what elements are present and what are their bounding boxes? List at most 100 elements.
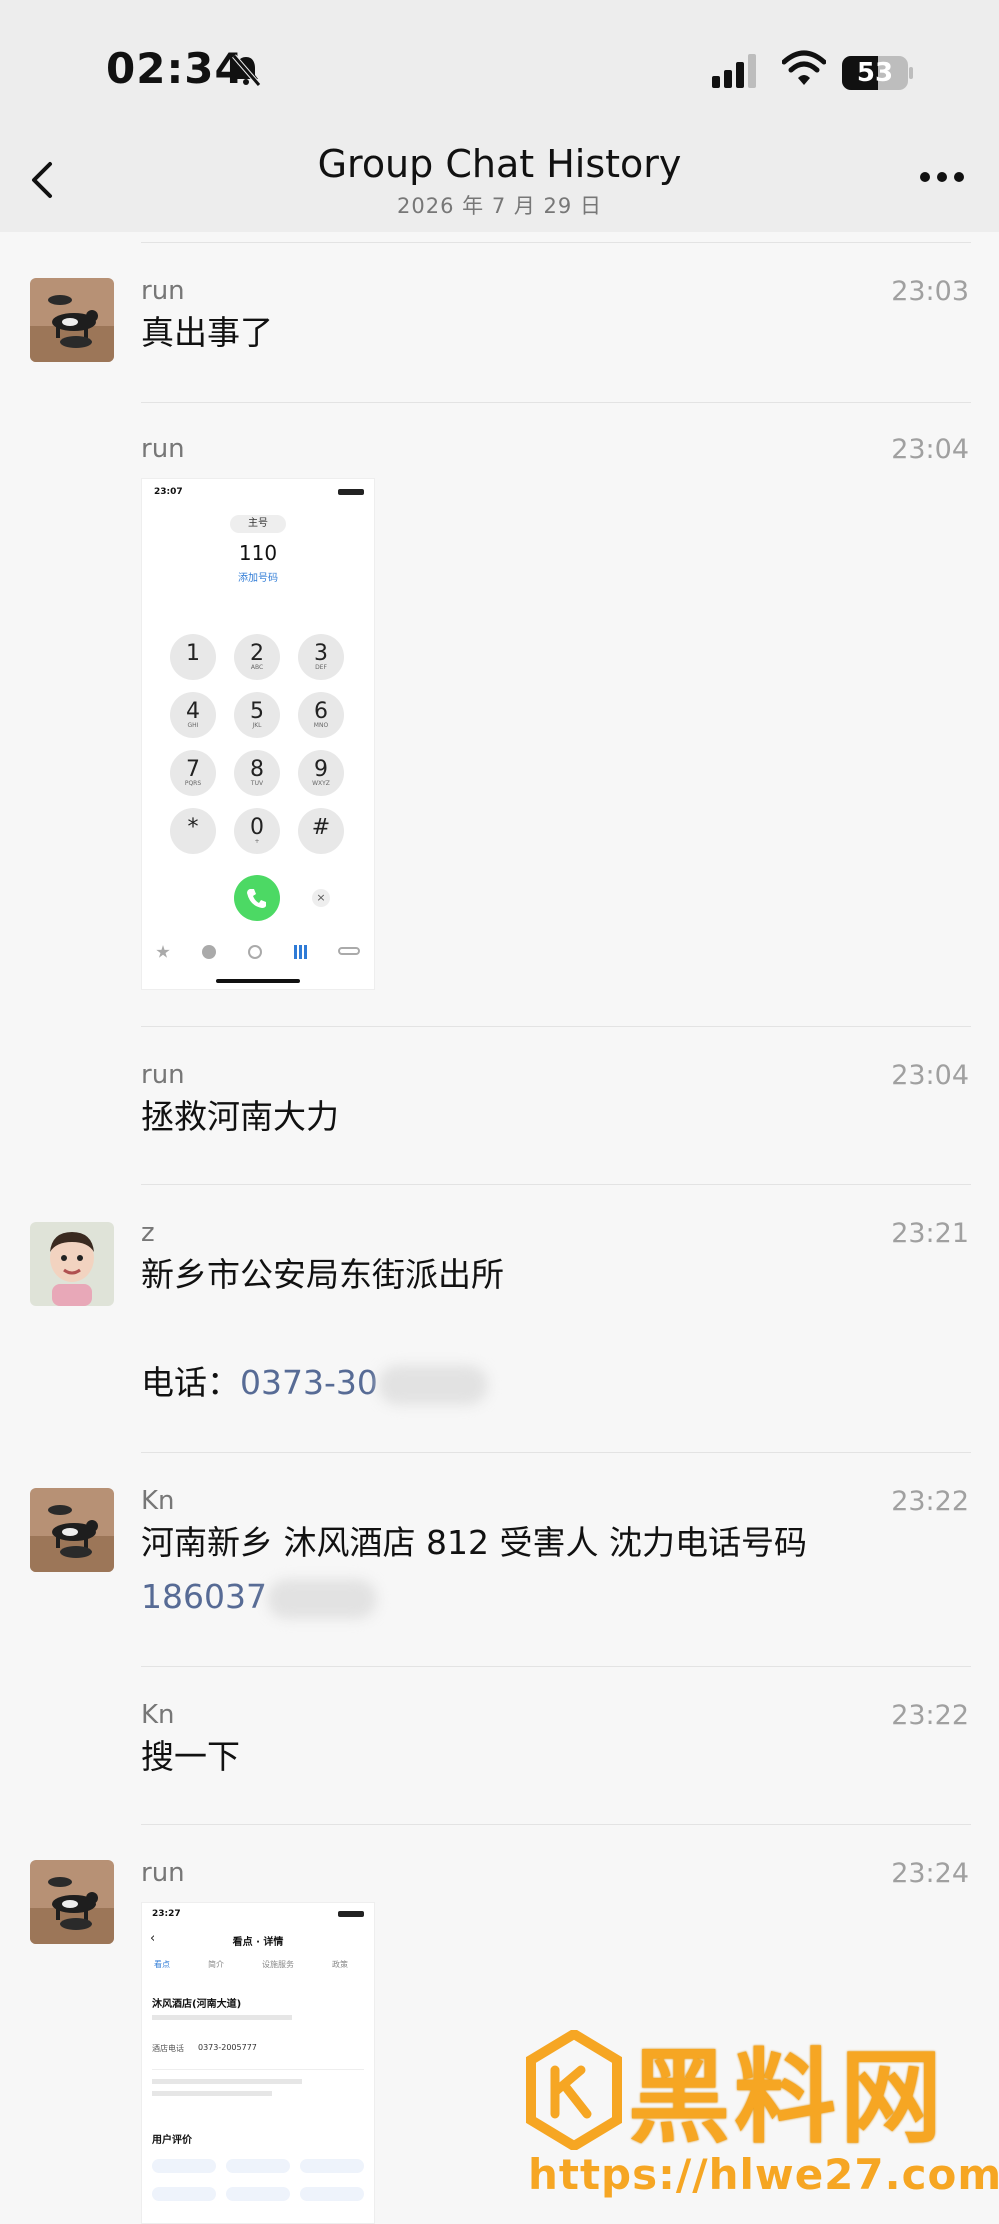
- hotel-tab: 政策: [332, 1960, 348, 1969]
- call-button: [234, 875, 280, 921]
- dialer-key-letters: WXYZ: [312, 780, 330, 787]
- message-time: 23:04: [891, 1060, 969, 1091]
- redaction-blur: [266, 1578, 377, 1619]
- hotel-info-line: [152, 2091, 272, 2096]
- nav-bar: Group Chat History 2026 年 7 月 29 日: [0, 120, 999, 232]
- dialer-key: 6 MNO: [298, 692, 344, 738]
- hotel-info-line: [152, 2015, 292, 2020]
- dialer-status-icons: [338, 489, 364, 495]
- dialer-key-digit: 7: [186, 757, 200, 782]
- battery-icon: 53: [842, 56, 914, 90]
- dialer-key-digit: 5: [250, 699, 264, 724]
- dialer-tabbar: [142, 941, 374, 971]
- hotel-phone: 0373-2005777: [198, 2043, 257, 2052]
- dialer-add-number: 添加号码: [238, 573, 278, 584]
- dialer-key-digit: *: [187, 815, 199, 840]
- avatar-run[interactable]: [30, 278, 114, 362]
- bell-muted-icon: [232, 54, 261, 87]
- message-phone-line: 电话：0373-30: [141, 1356, 488, 1410]
- dialer-key-letters: DEF: [315, 664, 327, 671]
- dialer-key: 3 DEF: [298, 634, 344, 680]
- message-time: 23:04: [891, 434, 969, 465]
- phone-link[interactable]: 186037: [141, 1577, 267, 1616]
- dialer-key-digit: 8: [250, 757, 264, 782]
- wifi-icon: [782, 50, 826, 85]
- cellular-signal-icon: [712, 54, 756, 88]
- message-time: 23:21: [891, 1218, 969, 1249]
- divider: [141, 1026, 971, 1027]
- avatar-run[interactable]: [30, 1860, 114, 1944]
- phone-icon: [247, 889, 266, 908]
- message-sender: run: [141, 1858, 185, 1888]
- dialer-key-letters: MNO: [313, 722, 329, 729]
- chat-history-list[interactable]: run 23:03 真出事了 run 23:04 23:07 主号 110 添加…: [0, 232, 999, 2224]
- dialer-key: 0 +: [234, 808, 280, 854]
- divider: [141, 1666, 971, 1667]
- more-options-icon[interactable]: [919, 170, 965, 184]
- dialer-key-digit: 4: [186, 699, 200, 724]
- review-tag: [226, 2159, 290, 2173]
- hotel-tab: 看点: [154, 1960, 170, 1969]
- hotel-phone-label: 酒店电话: [152, 2044, 184, 2053]
- dialer-number: 110: [238, 541, 278, 565]
- delete-icon: ×: [312, 889, 330, 907]
- dialer-key-letters: ABC: [250, 664, 264, 671]
- dialer-key: 5 JKL: [234, 692, 280, 738]
- divider: [141, 242, 971, 243]
- dialer-key: 4 GHI: [170, 692, 216, 738]
- message-sender: z: [141, 1218, 155, 1248]
- avatar-z[interactable]: [30, 1222, 114, 1306]
- dialer-key-digit: 3: [314, 641, 328, 666]
- dialer-key-letters: GHI: [187, 722, 199, 729]
- home-indicator: [216, 979, 300, 983]
- message-time: 23:24: [891, 1858, 969, 1889]
- hotel-reviews-title: 用户评价: [152, 2135, 192, 2146]
- hotel-info-line: [152, 2079, 302, 2084]
- dialer-key: 2 ABC: [234, 634, 280, 680]
- hotel-divider: [152, 2069, 364, 2070]
- dialer-key: 8 TUV: [234, 750, 280, 796]
- favorites-icon: [156, 945, 170, 958]
- message-text: 搜一下: [141, 1737, 240, 1776]
- message-text: 新乡市公安局东街派出所: [141, 1255, 504, 1294]
- message-time: 23:22: [891, 1700, 969, 1731]
- review-tag: [152, 2159, 216, 2173]
- avatar-kn[interactable]: [30, 1488, 114, 1572]
- image-dialer-screenshot[interactable]: 23:07 主号 110 添加号码 1 2 ABC 3 DEF 4 GHI 5 JKL 6 MNO 7…: [141, 478, 375, 990]
- watermark-brand: 黑料网: [628, 2039, 946, 2158]
- hotel-header: 看点 · 详情: [232, 1937, 284, 1948]
- dialer-key-letters: +: [254, 838, 260, 845]
- dialer-key: 7 PQRS: [170, 750, 216, 796]
- message-time: 23:22: [891, 1486, 969, 1517]
- dialer-key: #: [298, 808, 344, 854]
- phone-label: 电话：: [141, 1363, 240, 1402]
- message-sender: Kn: [141, 1486, 175, 1516]
- review-tag: [226, 2187, 290, 2201]
- review-tag: [300, 2187, 364, 2201]
- recents-icon: [202, 945, 216, 959]
- watermark-url: https://hlwe27.com: [528, 2150, 999, 2199]
- status-time: 02:34: [106, 44, 245, 93]
- message-sender: run: [141, 276, 185, 306]
- dialer-key: *: [170, 808, 216, 854]
- page-title: Group Chat History: [317, 142, 682, 186]
- dialer-key-digit: 6: [314, 699, 328, 724]
- review-tag: [300, 2159, 364, 2173]
- divider: [141, 1824, 971, 1825]
- divider: [141, 1452, 971, 1453]
- dialer-key-letters: TUV: [250, 780, 264, 787]
- voicemail-icon: [338, 947, 360, 955]
- dialer-line: 主号: [230, 515, 286, 533]
- dialer-key-digit: #: [311, 815, 331, 840]
- dialer-key: 9 WXYZ: [298, 750, 344, 796]
- keypad-icon: [294, 945, 308, 959]
- divider: [141, 402, 971, 403]
- message-sender: Kn: [141, 1700, 175, 1730]
- hotel-tab: 简介: [208, 1960, 224, 1969]
- review-tag: [152, 2187, 216, 2201]
- image-hotel-screenshot[interactable]: 23:27 ‹ 看点 · 详情 看点 简介 设施服务 政策 沐风酒店(河南大道)…: [141, 1902, 375, 2224]
- status-bar: 02:34 53: [0, 0, 999, 120]
- phone-link[interactable]: 0373-30: [240, 1363, 378, 1402]
- dialer-key-letters: PQRS: [184, 780, 202, 787]
- message-text: 真出事了: [141, 313, 273, 352]
